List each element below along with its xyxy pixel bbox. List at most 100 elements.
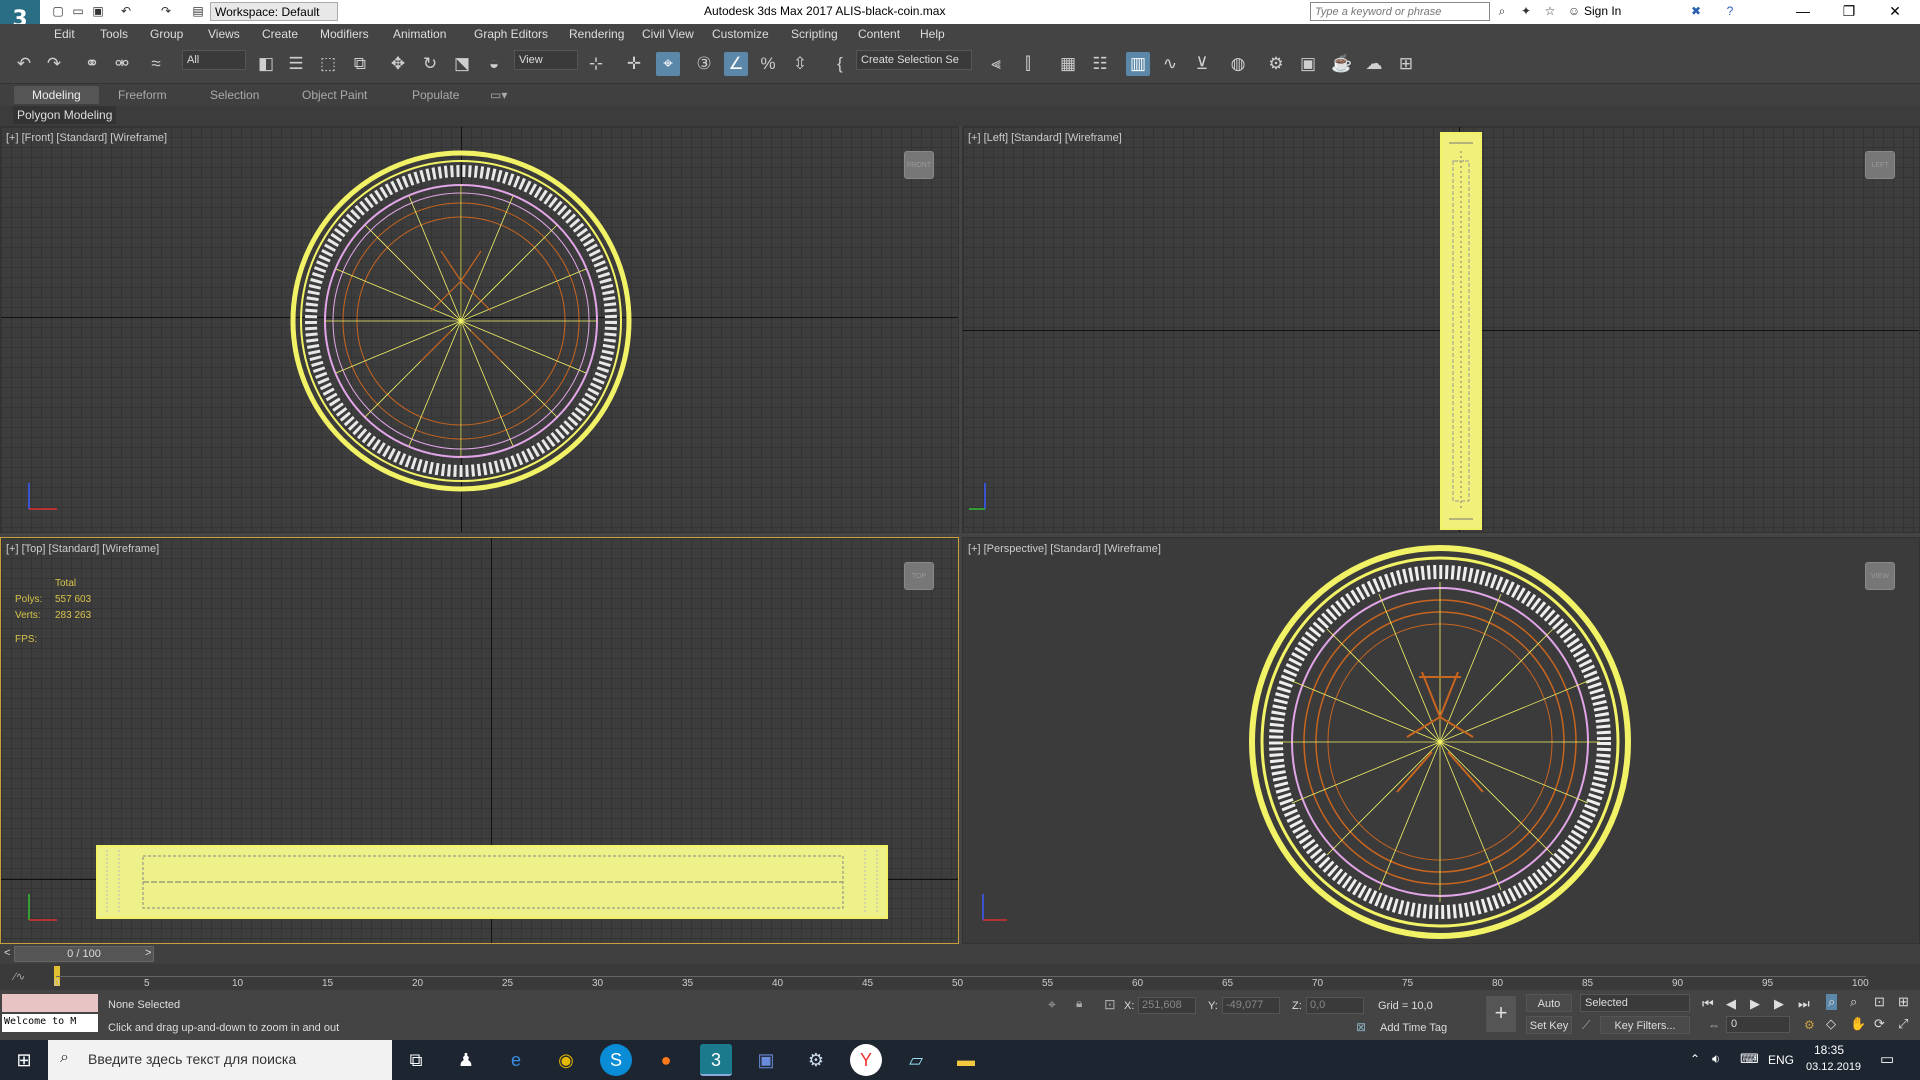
firefox-icon[interactable]: ●	[650, 1044, 682, 1076]
layer-explorer-icon[interactable]: ☷	[1088, 52, 1112, 76]
viewport-label-front[interactable]: [+] [Front] [Standard] [Wireframe]	[6, 132, 167, 144]
menu-group[interactable]: Group	[150, 27, 183, 41]
set-key-button[interactable]: Set Key	[1526, 1016, 1572, 1034]
close-button[interactable]: ✕	[1872, 0, 1918, 24]
go-to-end-icon[interactable]: ⏭	[1798, 996, 1810, 1012]
viewport-top[interactable]: [+] [Top] [Standard] [Wireframe] TOP Tot…	[0, 537, 959, 944]
maximize-viewport-icon[interactable]: ⤢	[1898, 1016, 1908, 1032]
time-next-button[interactable]: >	[145, 947, 151, 959]
rectangular-selection-icon[interactable]: ⬚	[316, 52, 340, 76]
windows-start-icon[interactable]: ⊞	[8, 1044, 40, 1076]
communication-icon[interactable]: ✦	[1518, 4, 1534, 20]
angle-snap-icon[interactable]: ∠	[724, 52, 748, 76]
menu-tools[interactable]: Tools	[100, 27, 128, 41]
skype-icon[interactable]: S	[600, 1044, 632, 1076]
coin-wireframe-front[interactable]	[281, 141, 641, 501]
autodesk-x-icon[interactable]: ✖	[1688, 4, 1704, 20]
viewport-label-top[interactable]: [+] [Top] [Standard] [Wireframe]	[6, 543, 159, 555]
edit-named-selection-icon[interactable]: {	[828, 52, 852, 76]
zoom-icon[interactable]: ⌕	[1826, 994, 1838, 1010]
add-time-tag[interactable]: Add Time Tag	[1380, 1022, 1447, 1034]
key-mode-toggle-icon[interactable]: ⇔	[1708, 1018, 1720, 1032]
y-coordinate-field[interactable]: -49,077	[1222, 997, 1280, 1014]
rotate-icon[interactable]: ↻	[418, 52, 442, 76]
redo-icon[interactable]: ↷	[158, 4, 174, 20]
align-icon[interactable]: ⫿	[1016, 52, 1040, 76]
menu-civil-view[interactable]: Civil View	[642, 27, 694, 41]
play-icon[interactable]: ▶︎	[1750, 996, 1760, 1012]
render-production-icon[interactable]: ☕	[1330, 52, 1354, 76]
maxscript-mini-listener[interactable]: Welcome to M	[2, 1014, 98, 1032]
menu-graph-editors[interactable]: Graph Editors	[474, 27, 548, 41]
save-icon[interactable]: ▣	[90, 4, 106, 20]
menu-content[interactable]: Content	[858, 27, 900, 41]
tab-modeling[interactable]: Modeling	[14, 86, 99, 104]
menu-modifiers[interactable]: Modifiers	[320, 27, 369, 41]
favorites-icon[interactable]: ☆	[1542, 4, 1558, 20]
notes-app-icon[interactable]: ▱	[900, 1044, 932, 1076]
menu-scripting[interactable]: Scripting	[791, 27, 838, 41]
window-crossing-icon[interactable]: ⧉	[348, 52, 372, 76]
file-explorer-icon[interactable]: ▬	[950, 1044, 982, 1076]
zoom-extents-all-icon[interactable]: ⊞	[1898, 994, 1909, 1010]
3dsmax-taskbar-icon[interactable]: 3	[700, 1044, 732, 1076]
key-mode-dropdown[interactable]: Selected	[1580, 994, 1690, 1012]
select-object-icon[interactable]: ◧	[254, 52, 278, 76]
set-key-big-icon[interactable]: +	[1486, 996, 1516, 1032]
snaps-toggle-icon[interactable]: ③	[692, 52, 716, 76]
volume-icon[interactable]: 🔉︎	[1712, 1051, 1720, 1067]
viewcube-icon[interactable]: TOP	[904, 562, 934, 590]
open-file-icon[interactable]: ▭	[70, 4, 86, 20]
chrome-icon[interactable]: ◉	[550, 1044, 582, 1076]
new-file-icon[interactable]: ▢	[50, 4, 66, 20]
redo-icon[interactable]: ↷	[42, 52, 66, 76]
menu-rendering[interactable]: Rendering	[569, 27, 624, 41]
help-search-input[interactable]: Type a keyword or phrase	[1310, 2, 1490, 21]
task-view-icon[interactable]: ⧉	[400, 1044, 432, 1076]
viewcube-icon[interactable]: VIEW	[1865, 562, 1895, 590]
rendered-frame-window-icon[interactable]: ▣	[1296, 52, 1320, 76]
app-icon-people[interactable]: ♟	[450, 1044, 482, 1076]
x-coordinate-field[interactable]: 251,608	[1138, 997, 1196, 1014]
previous-frame-icon[interactable]: ◀︎	[1726, 996, 1736, 1012]
ribbon-options-icon[interactable]: ▭▾	[490, 88, 507, 102]
maximize-button[interactable]: ❐	[1826, 0, 1872, 24]
absolute-mode-icon[interactable]: ⊡	[1104, 996, 1116, 1013]
binoculars-icon[interactable]: ⌕	[1494, 4, 1510, 20]
curve-editor-icon[interactable]: ∿	[1158, 52, 1182, 76]
zoom-all-icon[interactable]: ⌕	[1850, 994, 1857, 1010]
viewport-front[interactable]: [+] [Front] [Standard] [Wireframe] FRONT	[0, 126, 959, 533]
ribbon-toggle-icon[interactable]: ▥	[1126, 52, 1150, 76]
percent-snap-icon[interactable]: %	[756, 52, 780, 76]
select-manipulate-icon[interactable]: ✛	[622, 52, 646, 76]
material-editor-icon[interactable]: ◍	[1226, 52, 1250, 76]
tab-object-paint[interactable]: Object Paint	[302, 88, 367, 102]
pan-view-icon[interactable]: ✋	[1850, 1016, 1866, 1032]
scale-icon[interactable]: ⬔	[450, 52, 474, 76]
scene-explorer-icon[interactable]: ▦	[1056, 52, 1080, 76]
render-online-icon[interactable]: ☁	[1362, 52, 1386, 76]
workspace-dropdown[interactable]: Workspace: Default	[210, 2, 338, 21]
menu-animation[interactable]: Animation	[393, 27, 446, 41]
clock-date[interactable]: 03.12.2019	[1806, 1061, 1861, 1073]
render-setup-icon[interactable]: ⚙	[1264, 52, 1288, 76]
link-icon[interactable]: ⚭	[80, 52, 104, 76]
viewport-left[interactable]: [+] [Left] [Standard] [Wireframe] LEFT	[962, 126, 1920, 533]
mirror-icon[interactable]: ⫷	[984, 52, 1008, 76]
field-of-view-icon[interactable]: ◇	[1826, 1016, 1836, 1032]
next-frame-icon[interactable]: ▶︎	[1774, 996, 1784, 1012]
selection-filter-dropdown[interactable]: All	[182, 50, 246, 70]
tab-freeform[interactable]: Freeform	[118, 88, 167, 102]
help-icon[interactable]: ?	[1722, 4, 1738, 20]
viewcube-icon[interactable]: LEFT	[1865, 151, 1895, 179]
z-coordinate-field[interactable]: 0,0	[1306, 997, 1364, 1014]
viewport-perspective[interactable]: [+] [Perspective] [Standard] [Wireframe]…	[962, 537, 1920, 944]
viewcube-icon[interactable]: FRONT	[904, 151, 934, 179]
sign-in-button[interactable]: Sign In	[1584, 4, 1621, 18]
time-slider[interactable]: 0 / 100	[14, 946, 154, 962]
coin-wireframe-perspective[interactable]	[1247, 542, 1633, 942]
named-selection-set-dropdown[interactable]: Create Selection Se	[856, 50, 972, 70]
selection-lock-icon[interactable]: 🔒︎	[1076, 996, 1082, 1011]
menu-help[interactable]: Help	[920, 27, 945, 41]
tab-populate[interactable]: Populate	[412, 88, 459, 102]
